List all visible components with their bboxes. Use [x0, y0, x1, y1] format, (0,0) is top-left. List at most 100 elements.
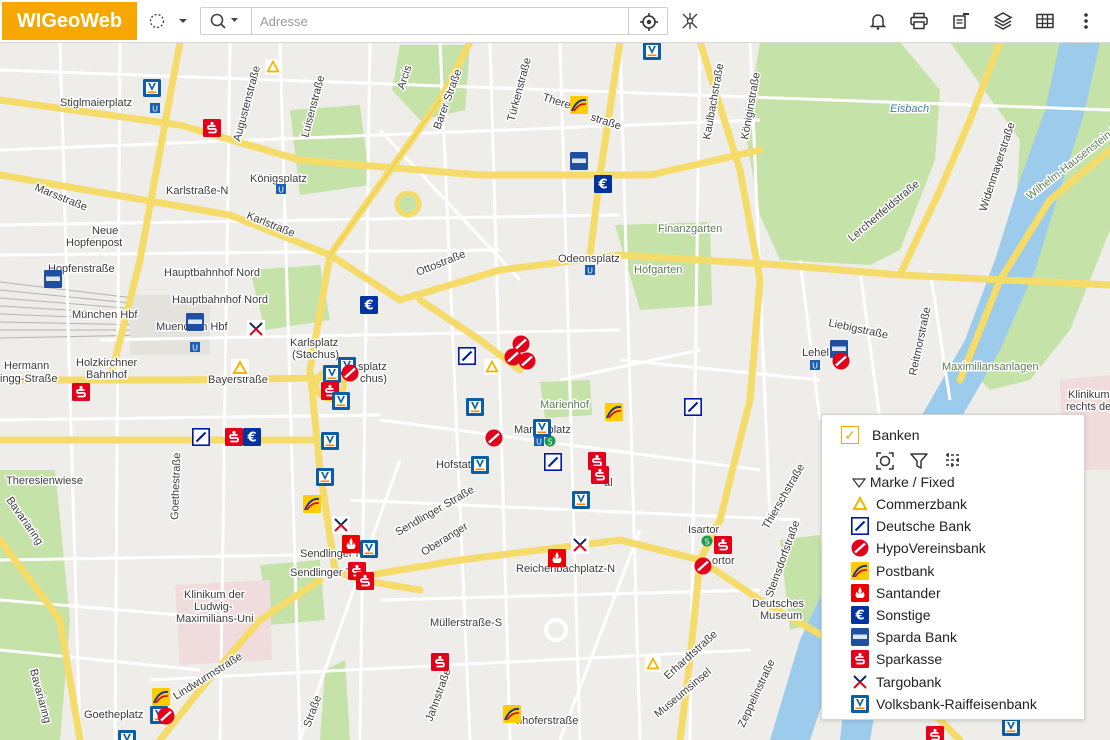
legend-layer-title: Banken — [872, 427, 920, 443]
volksbank-marker[interactable] — [323, 365, 341, 383]
sonstige-icon — [850, 605, 870, 625]
app-logo[interactable]: WIGeoWeb — [2, 2, 137, 40]
legend-item-label: Deutsche Bank — [876, 518, 971, 535]
commerzbank-marker[interactable] — [645, 656, 661, 672]
label-goetheplatz: Goetheplatz — [84, 709, 143, 721]
sparkasse-marker[interactable] — [714, 536, 732, 554]
volksbank-marker[interactable] — [321, 432, 339, 450]
label-museum: Museum — [760, 610, 802, 622]
santander-marker[interactable] — [548, 549, 566, 567]
chevron-down-icon[interactable] — [175, 6, 191, 36]
label-muenchen-hbf: München Hbf — [72, 309, 138, 321]
label-hermann: Hermann — [4, 360, 49, 372]
label-splatz: splatz — [358, 361, 387, 373]
deutsche-bank-icon — [850, 516, 870, 536]
hypovereinsbank-icon — [850, 538, 870, 558]
toolbar: WIGeoWeb — [0, 0, 1110, 43]
sparkasse-marker[interactable] — [431, 653, 449, 671]
deutsche-bank-marker[interactable] — [192, 428, 210, 446]
volksbank-marker[interactable] — [332, 392, 350, 410]
sparkasse-icon — [850, 649, 870, 669]
sonstige-marker[interactable] — [243, 428, 261, 446]
postbank-marker[interactable] — [605, 403, 623, 421]
label-stiglmaierplatz: Stiglmaierplatz — [60, 97, 132, 109]
volksbank-marker[interactable] — [118, 730, 136, 740]
commerzbank-marker[interactable] — [265, 59, 281, 75]
layers-icon[interactable] — [991, 6, 1015, 36]
svg-text:U: U — [812, 362, 818, 371]
volksbank-marker[interactable] — [360, 540, 378, 558]
legend-item: HypoVereinsbank — [850, 537, 1037, 559]
volksbank-marker[interactable] — [471, 456, 489, 474]
legend-item: Santander — [850, 582, 1037, 604]
sonstige-marker[interactable] — [360, 296, 378, 314]
label-holzkirchner: Holzkirchner — [76, 357, 137, 369]
sparda-bank-marker[interactable] — [570, 152, 588, 170]
legend-group[interactable]: Marke / Fixed — [851, 474, 955, 491]
targobank-marker[interactable] — [247, 320, 265, 338]
label-goethestrasse: Goethestraße — [169, 452, 183, 520]
volksbank-marker[interactable] — [1002, 718, 1020, 736]
filter-icon[interactable] — [908, 451, 930, 471]
hypovereinsbank-marker[interactable] — [485, 429, 503, 447]
hypovereinsbank-marker[interactable] — [341, 364, 359, 382]
volksbank-marker[interactable] — [533, 419, 551, 437]
santander-marker[interactable] — [342, 535, 360, 553]
targobank-marker[interactable] — [332, 516, 350, 534]
deutsche-bank-marker[interactable] — [684, 398, 702, 416]
hypovereinsbank-marker[interactable] — [518, 352, 536, 370]
targobank-marker[interactable] — [571, 536, 589, 554]
postbank-icon — [850, 561, 870, 581]
commerzbank-marker[interactable] — [484, 359, 500, 375]
deutsche-bank-marker[interactable] — [458, 347, 476, 365]
postbank-marker[interactable] — [570, 96, 588, 114]
sonstige-marker[interactable] — [594, 175, 612, 193]
sparda-bank-marker[interactable] — [186, 313, 204, 331]
label-stachus: (Stachus) — [292, 349, 339, 361]
hypovereinsbank-marker[interactable] — [157, 707, 175, 725]
legend-group-label: Marke / Fixed — [869, 474, 955, 490]
legend-item: Sparkasse — [850, 648, 1037, 670]
lasso-select-icon[interactable] — [146, 6, 168, 36]
sbahn-icon: S — [544, 435, 556, 447]
hypovereinsbank-marker[interactable] — [694, 557, 712, 575]
volksbank-marker[interactable] — [143, 79, 161, 97]
more-icon[interactable] — [1077, 6, 1095, 36]
bell-icon[interactable] — [866, 6, 890, 36]
commerzbank-marker[interactable] — [231, 359, 249, 377]
legend-item-label: Targobank — [876, 673, 942, 690]
deutsche-bank-marker[interactable] — [544, 453, 562, 471]
label-odeonsplatz: Odeonsplatz — [558, 253, 620, 265]
label-marienhof: Marienhof — [540, 399, 590, 411]
hypovereinsbank-marker[interactable] — [832, 352, 850, 370]
sparkasse-marker[interactable] — [591, 466, 609, 484]
volksbank-marker[interactable] — [643, 42, 661, 60]
layer-edit-icon[interactable] — [949, 6, 973, 36]
volksbank-marker[interactable] — [572, 491, 590, 509]
search-input[interactable] — [251, 8, 629, 34]
locate-icon[interactable] — [639, 12, 659, 37]
sparkasse-marker[interactable] — [203, 119, 221, 137]
volksbank-marker[interactable] — [316, 468, 334, 486]
table-icon[interactable] — [1033, 6, 1057, 36]
volksbank-marker[interactable] — [466, 398, 484, 416]
ubahn-icon: U — [150, 103, 160, 114]
postbank-marker[interactable] — [503, 705, 521, 723]
legend-style-icon[interactable] — [942, 451, 964, 471]
zoom-to-layer-icon[interactable] — [874, 451, 896, 471]
print-icon[interactable] — [907, 6, 931, 36]
label-muellerstrasse-s: Müllerstraße-S — [430, 617, 502, 629]
sparkasse-marker[interactable] — [926, 726, 944, 740]
measure-icon[interactable] — [677, 6, 703, 36]
sparda-bank-marker[interactable] — [44, 270, 62, 288]
sparkasse-marker[interactable] — [356, 572, 374, 590]
sbahn-icon: S — [701, 535, 713, 547]
targobank-icon — [850, 672, 870, 692]
layer-checkbox[interactable]: ✓ — [841, 426, 859, 444]
legend-item: Postbank — [850, 560, 1037, 582]
search-icon[interactable] — [209, 12, 239, 30]
sparkasse-marker[interactable] — [225, 428, 243, 446]
sparkasse-marker[interactable] — [72, 383, 90, 401]
postbank-marker[interactable] — [152, 688, 170, 706]
postbank-marker[interactable] — [303, 495, 321, 513]
